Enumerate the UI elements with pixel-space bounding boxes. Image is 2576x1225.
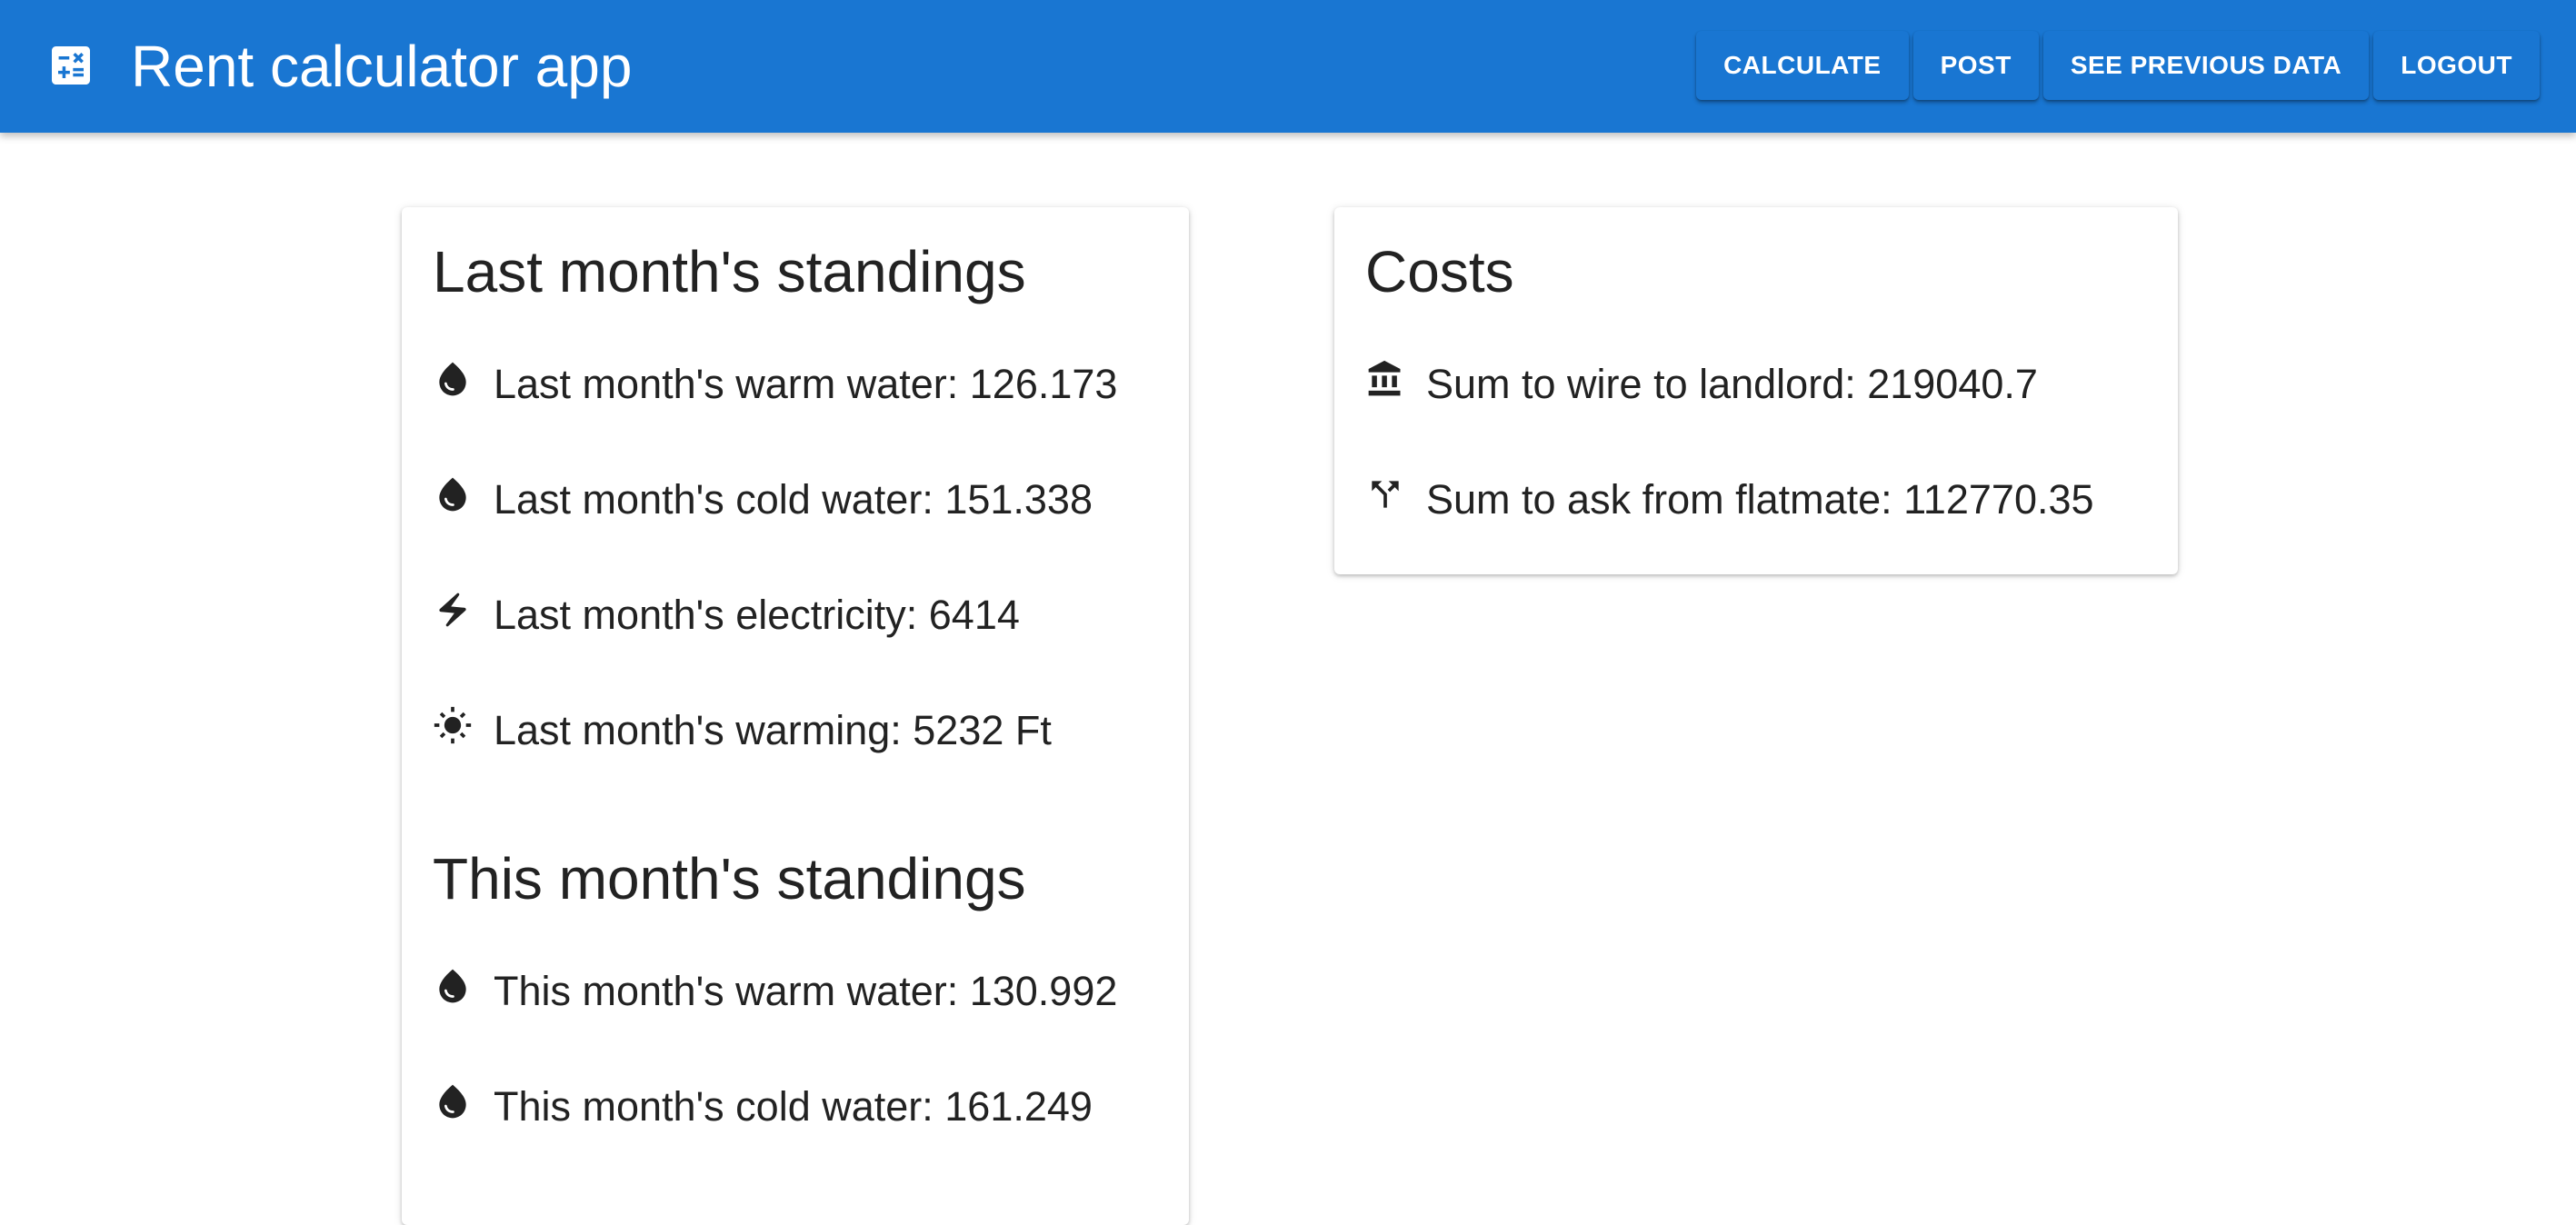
sum-from-flatmate: Sum to ask from flatmate: 112770.35 (1426, 476, 2094, 523)
logout-button[interactable]: LOGOUT (2373, 31, 2540, 100)
calculator-icon (45, 40, 96, 91)
sum-to-landlord: Sum to wire to landlord: 219040.7 (1426, 361, 2038, 407)
last-month-warm-water: Last month's warm water: 126.173 (494, 361, 1118, 407)
app-title: Rent calculator app (131, 34, 633, 99)
list-item: Last month's warm water: 126.173 (433, 359, 1158, 474)
list-item: This month's warm water: 130.992 (433, 966, 1158, 1081)
standings-card: Last month's standings Last month's warm… (402, 207, 1189, 1225)
last-month-title: Last month's standings (433, 239, 1026, 304)
bank-icon (1365, 359, 1405, 399)
nav-buttons: CALCULATE POST SEE PREVIOUS DATA LOGOUT (1696, 31, 2540, 100)
list-item: This month's cold water: 161.249 (433, 1081, 1158, 1197)
water-drop-icon (433, 1081, 473, 1121)
calculate-button[interactable]: CALCULATE (1696, 31, 1909, 100)
water-drop-icon (433, 474, 473, 514)
call-split-icon (1365, 474, 1405, 514)
last-month-warming: Last month's warming: 5232 Ft (494, 707, 1052, 753)
this-month-warm-water: This month's warm water: 130.992 (494, 968, 1118, 1014)
list-item: Last month's warming: 5232 Ft (433, 705, 1158, 821)
app-bar: Rent calculator app CALCULATE POST SEE P… (0, 0, 2576, 133)
list-item: Sum to wire to landlord: 219040.7 (1365, 359, 2147, 474)
water-drop-icon (433, 966, 473, 1006)
see-previous-data-button[interactable]: SEE PREVIOUS DATA (2042, 31, 2370, 100)
list-item: Sum to ask from flatmate: 112770.35 (1365, 474, 2147, 590)
bolt-icon (433, 590, 473, 630)
sun-icon (433, 705, 473, 745)
list-item: Last month's electricity: 6414 (433, 590, 1158, 705)
list-item: Last month's cold water: 151.338 (433, 474, 1158, 590)
last-month-electricity: Last month's electricity: 6414 (494, 592, 1020, 638)
this-month-title: This month's standings (433, 846, 1026, 911)
water-drop-icon (433, 359, 473, 399)
this-month-cold-water: This month's cold water: 161.249 (494, 1083, 1093, 1130)
post-button[interactable]: POST (1912, 31, 2039, 100)
costs-card: Costs Sum to wire to landlord: 219040.7 … (1334, 207, 2178, 574)
costs-title: Costs (1365, 239, 1514, 304)
last-month-cold-water: Last month's cold water: 151.338 (494, 476, 1093, 523)
